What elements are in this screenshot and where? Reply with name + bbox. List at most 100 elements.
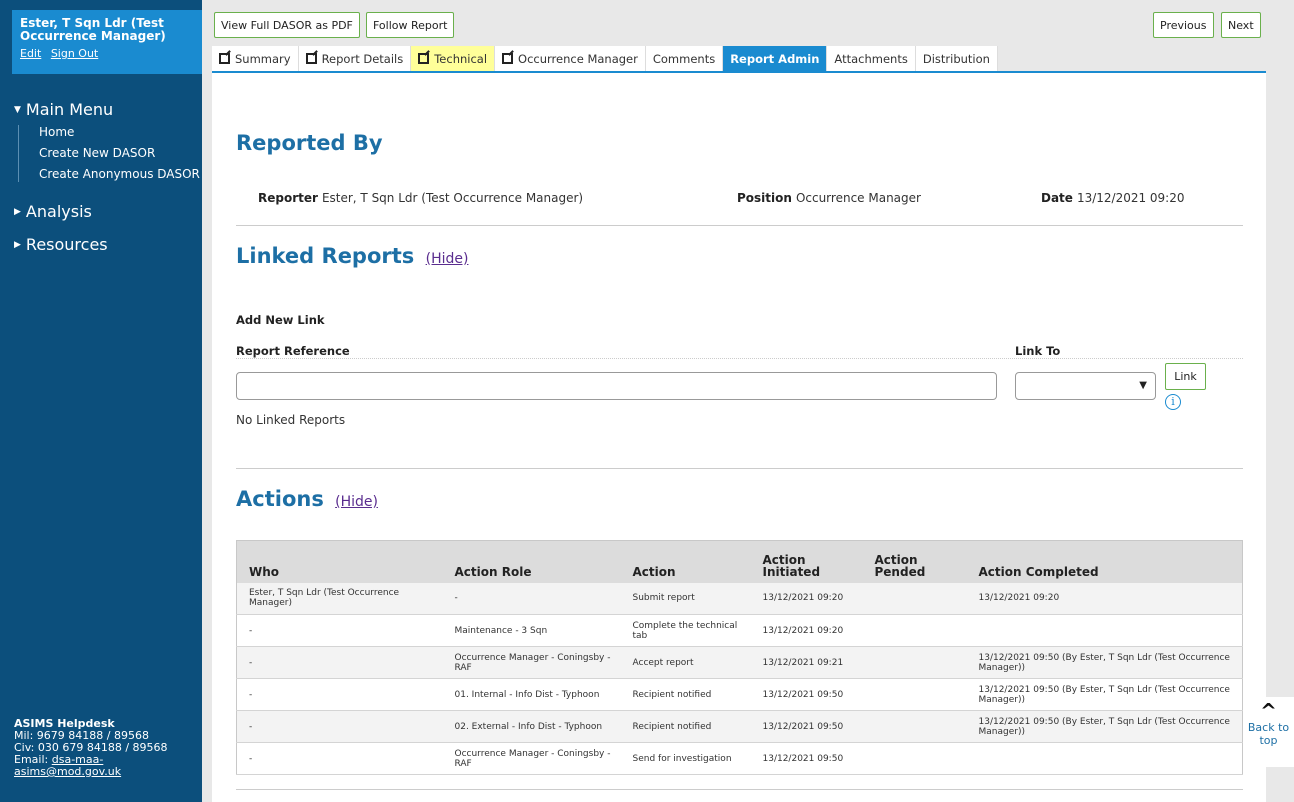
table-cell: 13/12/2021 09:50 (By Ester, T Sqn Ldr (T… [966, 678, 1243, 711]
table-cell [966, 614, 1243, 647]
table-row: Ester, T Sqn Ldr (Test Occurrence Manage… [236, 582, 1243, 615]
divider [236, 358, 1243, 359]
table-cell: 13/12/2021 09:20 [750, 614, 863, 647]
column-header: Action [620, 540, 751, 583]
main-content: Reported By Reporter Ester, T Sqn Ldr (Te… [212, 73, 1266, 802]
date-field: Date 13/12/2021 09:20 [1041, 191, 1185, 205]
table-cell: 13/12/2021 09:50 [750, 710, 863, 743]
info-icon[interactable]: i [1165, 394, 1181, 410]
menu-item-create-anonymous-dasor[interactable]: Create Anonymous DASOR [39, 167, 200, 182]
follow-report-button[interactable]: Follow Report [366, 12, 455, 38]
tab-occurrence-manager[interactable]: Occurrence Manager [495, 46, 646, 71]
analysis-menu-toggle[interactable]: ▶ Analysis [14, 202, 200, 221]
table-row: - Maintenance - 3 Sqn Complete the techn… [236, 614, 1243, 647]
edit-profile-link[interactable]: Edit [20, 47, 41, 60]
table-cell: 13/12/2021 09:20 [750, 582, 863, 615]
table-cell [966, 742, 1243, 775]
tab-report-admin[interactable]: Report Admin [723, 46, 828, 71]
link-to-select[interactable]: ▼ [1015, 372, 1156, 400]
reporter-field: Reporter Ester, T Sqn Ldr (Test Occurrenc… [258, 191, 583, 205]
triangle-down-icon: ▼ [14, 104, 21, 115]
table-cell: Recipient notified [620, 710, 751, 743]
table-cell: Accept report [620, 646, 751, 679]
previous-button[interactable]: Previous [1153, 12, 1214, 38]
table-cell: - [236, 710, 443, 743]
table-cell [862, 742, 967, 775]
tab-distribution[interactable]: Distribution [915, 46, 998, 71]
position-value: Occurrence Manager [795, 191, 921, 205]
caret-up-icon: ^ [1260, 699, 1277, 723]
sign-out-link[interactable]: Sign Out [51, 47, 98, 60]
table-header-row: Who Action Role Action Action Initiated … [236, 540, 1243, 583]
table-cell: - [236, 646, 443, 679]
table-cell: Complete the technical tab [620, 614, 751, 647]
edit-icon [305, 53, 317, 64]
table-cell: 02. External - Info Dist - Typhoon [442, 710, 621, 743]
table-cell: 13/12/2021 09:50 [750, 742, 863, 775]
link-button[interactable]: Link [1165, 363, 1206, 390]
no-linked-reports-text: No Linked Reports [236, 413, 346, 427]
table-cell: Maintenance - 3 Sqn [442, 614, 621, 647]
table-cell: 01. Internal - Info Dist - Typhoon [442, 678, 621, 711]
link-to-label: Link To [1015, 344, 1061, 358]
tab-attachments[interactable]: Attachments [827, 46, 916, 71]
column-header: Action Initiated [750, 540, 863, 583]
next-button[interactable]: Next [1221, 12, 1261, 38]
table-cell [862, 710, 967, 743]
report-reference-label: Report Reference [236, 344, 350, 358]
table-row: - 01. Internal - Info Dist - Typhoon Rec… [236, 678, 1243, 711]
actions-heading: Actions (Hide) [236, 487, 378, 511]
table-cell: 13/12/2021 09:50 [750, 678, 863, 711]
linked-reports-heading: Linked Reports (Hide) [236, 244, 468, 268]
position-field: Position Occurrence Manager [737, 191, 921, 205]
tab-comments[interactable]: Comments [645, 46, 724, 71]
tab-report-details[interactable]: Report Details [298, 46, 412, 71]
date-label: Date [1041, 191, 1073, 205]
table-cell: - [236, 742, 443, 775]
column-header: Action Completed [966, 540, 1243, 583]
table-cell: 13/12/2021 09:20 [966, 582, 1243, 615]
table-cell [862, 646, 967, 679]
table-cell: Submit report [620, 582, 751, 615]
main-menu-toggle[interactable]: ▼ Main Menu [14, 100, 200, 119]
column-header: Who [236, 540, 443, 583]
linked-reports-hide-link[interactable]: (Hide) [426, 251, 469, 267]
table-cell: 13/12/2021 09:21 [750, 646, 863, 679]
sidebar: Ester, T Sqn Ldr (Test Occurrence Manage… [0, 0, 202, 802]
divider [236, 468, 1243, 469]
tab-summary[interactable]: Summary [212, 46, 299, 71]
menu-item-home[interactable]: Home [39, 125, 200, 140]
report-reference-input[interactable] [236, 372, 997, 400]
main-navigation: ▼ Main Menu Home Create New DASOR Create… [14, 100, 200, 254]
position-label: Position [737, 191, 792, 205]
table-cell [862, 614, 967, 647]
actions-title: Actions [236, 487, 324, 511]
table-row: - 02. External - Info Dist - Typhoon Rec… [236, 710, 1243, 743]
resources-label: Resources [25, 235, 108, 254]
actions-hide-link[interactable]: (Hide) [335, 494, 378, 510]
triangle-right-icon: ▶ [14, 239, 21, 250]
back-to-top-button[interactable]: ^ Back to top [1243, 697, 1294, 767]
edit-icon [219, 53, 230, 64]
main-menu-items: Home Create New DASOR Create Anonymous D… [18, 125, 200, 182]
report-tabs: Summary Report Details Technical Occurre… [212, 46, 1266, 73]
tab-label: Technical [434, 51, 488, 66]
table-cell: - [442, 582, 621, 615]
resources-menu-toggle[interactable]: ▶ Resources [14, 235, 200, 254]
menu-item-create-new-dasor[interactable]: Create New DASOR [39, 146, 200, 161]
table-row: - Occurrence Manager - Coningsby - RAF S… [236, 742, 1243, 775]
view-pdf-button[interactable]: View Full DASOR as PDF [214, 12, 360, 38]
chevron-down-icon: ▼ [1139, 380, 1147, 391]
table-cell [862, 678, 967, 711]
table-cell: Occurrence Manager - Coningsby - RAF [442, 646, 621, 679]
tab-technical[interactable]: Technical [411, 46, 496, 71]
column-header: Action Pended [862, 540, 967, 583]
divider [236, 225, 1243, 226]
back-to-top-label: Back to top [1247, 721, 1290, 747]
edit-icon [418, 53, 430, 64]
reporter-label: Reporter [258, 191, 318, 205]
tab-label: Occurrence Manager [518, 51, 638, 66]
main-menu-label: Main Menu [25, 100, 114, 119]
date-value: 13/12/2021 09:20 [1076, 191, 1185, 205]
helpdesk-info: ASIMS Helpdesk Mil: 9679 84188 / 89568 C… [14, 718, 200, 778]
